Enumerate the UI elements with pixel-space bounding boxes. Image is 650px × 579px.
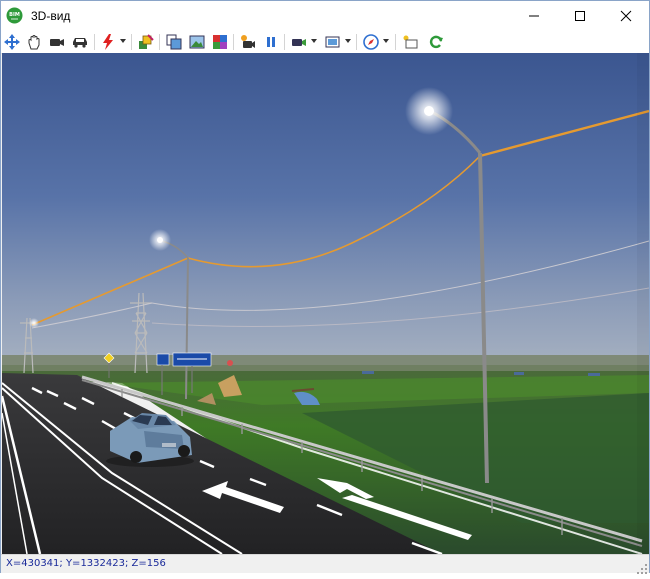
resize-grip-icon[interactable] bbox=[637, 561, 647, 574]
copy-view-icon bbox=[166, 34, 182, 50]
light-comment-button[interactable] bbox=[400, 32, 420, 52]
minimize-icon bbox=[529, 15, 539, 17]
coordinates-readout: X=430341; Y=1332423; Z=156 bbox=[6, 558, 166, 569]
compass-dropdown-arrow[interactable] bbox=[383, 39, 389, 43]
video-camera-dropdown-arrow[interactable] bbox=[311, 39, 317, 43]
materials-icon bbox=[213, 35, 227, 49]
pan-hand-icon bbox=[28, 35, 40, 50]
close-icon bbox=[620, 10, 632, 22]
3d-scene-render bbox=[2, 53, 649, 554]
bim-logo-icon: BIM bbox=[6, 7, 23, 24]
title-bar[interactable]: BIM 3D-вид bbox=[1, 1, 649, 31]
lightning-button[interactable] bbox=[98, 32, 118, 52]
materials-button[interactable] bbox=[210, 32, 230, 52]
record-camera-button[interactable] bbox=[238, 32, 258, 52]
compass-button[interactable] bbox=[361, 32, 381, 52]
car-button[interactable] bbox=[70, 32, 90, 52]
pan-hand-button[interactable] bbox=[24, 32, 44, 52]
copy-view-button[interactable] bbox=[164, 32, 184, 52]
lightning-dropdown-arrow[interactable] bbox=[120, 39, 126, 43]
refresh-button[interactable] bbox=[426, 32, 446, 52]
toolbar-separator bbox=[159, 34, 160, 50]
close-button[interactable] bbox=[603, 1, 649, 31]
export-image-dropdown-arrow[interactable] bbox=[345, 39, 351, 43]
refresh-icon bbox=[429, 35, 443, 49]
3d-viewport[interactable] bbox=[2, 53, 649, 554]
pause-icon bbox=[267, 37, 275, 47]
camera-button[interactable] bbox=[47, 32, 67, 52]
compass-icon bbox=[363, 34, 379, 50]
image-view-icon bbox=[189, 35, 205, 49]
toolbar-separator bbox=[395, 34, 396, 50]
maximize-button[interactable] bbox=[557, 1, 603, 31]
pause-button[interactable] bbox=[261, 32, 281, 52]
lightning-icon bbox=[103, 34, 113, 50]
toolbar-separator bbox=[284, 34, 285, 50]
status-bar: X=430341; Y=1332423; Z=156 bbox=[1, 554, 649, 574]
layers-paint-button[interactable] bbox=[136, 32, 156, 52]
app-icon-text: BIM bbox=[9, 12, 20, 18]
export-image-icon bbox=[325, 36, 340, 48]
record-camera-icon bbox=[241, 35, 255, 48]
move-tool-button[interactable] bbox=[2, 32, 22, 52]
toolbar-separator bbox=[356, 34, 357, 50]
camera-icon bbox=[50, 39, 64, 46]
export-image-button[interactable] bbox=[323, 32, 343, 52]
window-title: 3D-вид bbox=[31, 9, 71, 23]
toolbar-separator bbox=[131, 34, 132, 50]
move-tool-icon bbox=[4, 34, 20, 50]
minimize-button[interactable] bbox=[511, 1, 557, 31]
image-view-button[interactable] bbox=[187, 32, 207, 52]
window-frame: BIM 3D-вид X=430341; Y=1332423; Z=156 bbox=[0, 0, 650, 574]
light-comment-icon bbox=[403, 35, 418, 49]
toolbar-separator bbox=[233, 34, 234, 50]
video-camera-icon bbox=[292, 39, 306, 46]
layers-paint-icon bbox=[139, 34, 154, 49]
toolbar bbox=[1, 31, 649, 54]
toolbar-separator bbox=[94, 34, 95, 50]
maximize-icon bbox=[575, 11, 585, 21]
video-camera-button[interactable] bbox=[289, 32, 309, 52]
car-icon bbox=[73, 38, 87, 48]
